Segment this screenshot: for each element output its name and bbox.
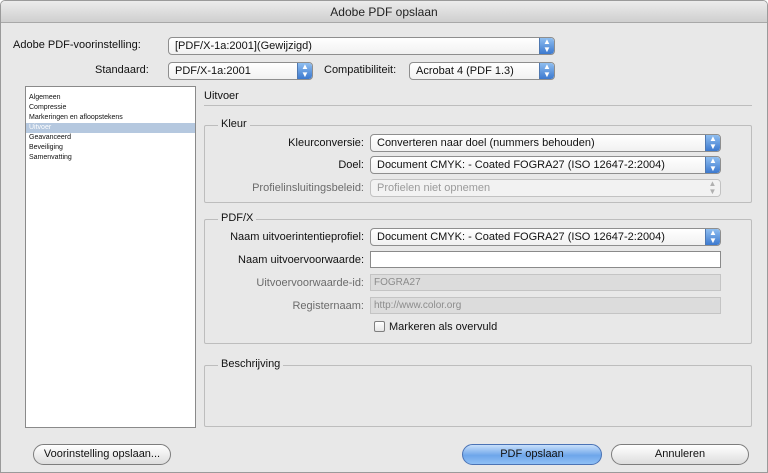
output-intent-select[interactable]: Document CMYK: - Coated FOGRA27 (ISO 126… (370, 228, 721, 246)
condition-name-label: Naam uitvoervoorwaarde: (238, 254, 364, 266)
panel-divider (204, 105, 752, 106)
preset-label: Adobe PDF-voorinstelling: (13, 39, 141, 51)
output-intent-value: Document CMYK: - Coated FOGRA27 (ISO 126… (377, 231, 665, 243)
sidebar-item-samenvatting[interactable]: Samenvatting (26, 153, 195, 163)
profile-policy-value: Profielen niet opnemen (377, 182, 491, 194)
sidebar-item-uitvoer[interactable]: Uitvoer (26, 123, 195, 133)
profile-policy-label: Profielinsluitingsbeleid: (252, 182, 364, 194)
popup-arrows-icon: ▲ ▼ (705, 157, 720, 173)
registry-name-input[interactable]: http://www.color.org (370, 297, 721, 314)
standard-label: Standaard: (95, 64, 149, 76)
condition-id-input[interactable]: FOGRA27 (370, 274, 721, 291)
standard-value: PDF/X-1a:2001 (175, 65, 251, 77)
popup-arrows-icon: ▲ ▼ (539, 63, 554, 79)
color-conversion-select[interactable]: Converteren naar doel (nummers behouden)… (370, 134, 721, 152)
condition-id-label: Uitvoervoorwaarde-id: (256, 277, 364, 289)
compatibility-label: Compatibiliteit: (324, 64, 397, 76)
sidebar-item-geavanceerd[interactable]: Geavanceerd (26, 133, 195, 143)
sidebar-item-algemeen[interactable]: Algemeen (26, 93, 195, 103)
preset-value: [PDF/X-1a:2001](Gewijzigd) (175, 40, 312, 52)
destination-value: Document CMYK: - Coated FOGRA27 (ISO 126… (377, 159, 665, 171)
save-pdf-dialog: Adobe PDF opslaan Adobe PDF-voorinstelli… (0, 0, 768, 473)
cancel-button[interactable]: Annuleren (611, 444, 749, 465)
compatibility-select[interactable]: Acrobat 4 (PDF 1.3) ▲ ▼ (409, 62, 555, 80)
preset-select[interactable]: [PDF/X-1a:2001](Gewijzigd) ▲ ▼ (168, 37, 555, 55)
description-group-title: Beschrijving (218, 358, 284, 370)
pdfx-group-title: PDF/X (218, 212, 257, 224)
trapped-checkbox[interactable] (374, 321, 385, 332)
trapped-label: Markeren als overvuld (389, 321, 498, 333)
compatibility-value: Acrobat 4 (PDF 1.3) (416, 65, 514, 77)
popup-arrows-icon: ▲ ▼ (705, 180, 720, 196)
popup-arrows-icon: ▲ ▼ (539, 38, 554, 54)
destination-select[interactable]: Document CMYK: - Coated FOGRA27 (ISO 126… (370, 156, 721, 174)
sidebar-item-beveiliging[interactable]: Beveiliging (26, 143, 195, 153)
profile-policy-select[interactable]: Profielen niet opnemen ▲ ▼ (370, 179, 721, 197)
color-group-title: Kleur (218, 118, 250, 130)
condition-name-input[interactable] (370, 251, 721, 268)
destination-label: Doel: (338, 159, 364, 171)
window-title: Adobe PDF opslaan (1, 1, 767, 23)
popup-arrows-icon: ▲ ▼ (297, 63, 312, 79)
popup-arrows-icon: ▲ ▼ (705, 135, 720, 151)
color-conversion-label: Kleurconversie: (288, 137, 364, 149)
description-group (204, 365, 752, 427)
sidebar-item-markeringen[interactable]: Markeringen en afloopstekens (26, 113, 195, 123)
standard-select[interactable]: PDF/X-1a:2001 ▲ ▼ (168, 62, 313, 80)
registry-name-label: Registernaam: (292, 300, 364, 312)
panel-title: Uitvoer (204, 90, 239, 102)
output-intent-label: Naam uitvoerintentieprofiel: (230, 231, 364, 243)
save-pdf-button[interactable]: PDF opslaan (462, 444, 602, 465)
sidebar-item-compressie[interactable]: Compressie (26, 103, 195, 113)
popup-arrows-icon: ▲ ▼ (705, 229, 720, 245)
category-list: Algemeen Compressie Markeringen en afloo… (25, 86, 196, 428)
color-conversion-value: Converteren naar doel (nummers behouden) (377, 137, 595, 149)
save-preset-button[interactable]: Voorinstelling opslaan... (33, 444, 171, 465)
